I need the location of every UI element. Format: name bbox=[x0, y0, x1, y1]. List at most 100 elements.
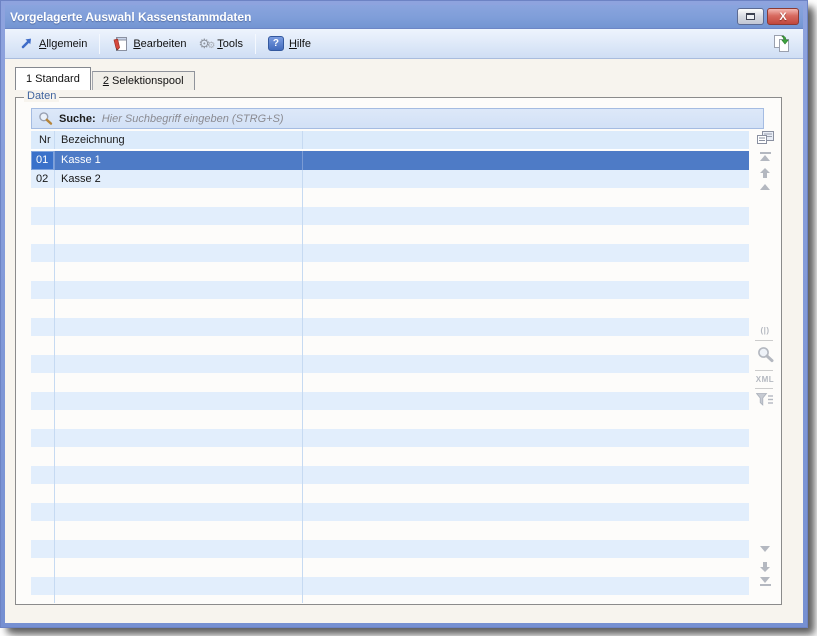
row-bezeichnung-cell[interactable] bbox=[55, 595, 303, 603]
row-bezeichnung-cell[interactable] bbox=[55, 373, 303, 392]
count-icon[interactable]: (|) bbox=[753, 326, 777, 335]
row-nr-cell[interactable] bbox=[31, 355, 55, 374]
row-bezeichnung-cell[interactable] bbox=[55, 558, 303, 577]
row-bezeichnung-cell[interactable] bbox=[55, 244, 303, 263]
filter-icon[interactable] bbox=[753, 393, 777, 406]
row-nr-cell[interactable] bbox=[31, 318, 55, 337]
row-nr-cell[interactable]: 02 bbox=[31, 170, 55, 189]
menu-item-allgemein[interactable]: Allgemein bbox=[13, 33, 93, 54]
row-nr-cell[interactable] bbox=[31, 447, 55, 466]
row-bezeichnung-cell[interactable] bbox=[55, 299, 303, 318]
row-nr-cell[interactable] bbox=[31, 225, 55, 244]
table-row[interactable]: 01Kasse 1 bbox=[31, 151, 749, 170]
row-bezeichnung-cell[interactable] bbox=[55, 410, 303, 429]
table-row[interactable] bbox=[31, 392, 749, 411]
row-nr-cell[interactable] bbox=[31, 392, 55, 411]
table-row[interactable] bbox=[31, 373, 749, 392]
close-button[interactable]: X bbox=[767, 8, 799, 25]
row-nr-cell[interactable] bbox=[31, 262, 55, 281]
menu-item-tools[interactable]: ⚙⚙ Tools bbox=[193, 34, 249, 53]
table-row[interactable] bbox=[31, 595, 749, 603]
move-down-icon[interactable] bbox=[753, 561, 777, 573]
titlebar[interactable]: Vorgelagerte Auswahl Kassenstammdaten X bbox=[5, 5, 803, 29]
row-nr-cell[interactable] bbox=[31, 521, 55, 540]
up-icon[interactable] bbox=[753, 184, 777, 190]
row-nr-cell[interactable] bbox=[31, 244, 55, 263]
table-row[interactable] bbox=[31, 188, 749, 207]
table-row[interactable] bbox=[31, 225, 749, 244]
row-nr-cell[interactable] bbox=[31, 281, 55, 300]
row-bezeichnung-cell[interactable] bbox=[55, 577, 303, 596]
row-nr-cell[interactable] bbox=[31, 503, 55, 522]
menu-item-hilfe[interactable]: ? Hilfe bbox=[262, 33, 317, 54]
row-bezeichnung-cell[interactable] bbox=[55, 484, 303, 503]
tab-standard[interactable]: 1 Standard bbox=[15, 67, 91, 90]
table-row[interactable] bbox=[31, 262, 749, 281]
row-bezeichnung-cell[interactable] bbox=[55, 355, 303, 374]
row-nr-cell[interactable] bbox=[31, 484, 55, 503]
row-bezeichnung-cell[interactable] bbox=[55, 225, 303, 244]
row-bezeichnung-cell[interactable]: Kasse 2 bbox=[55, 170, 303, 189]
row-bezeichnung-cell[interactable] bbox=[55, 447, 303, 466]
table-row[interactable] bbox=[31, 577, 749, 596]
row-bezeichnung-cell[interactable] bbox=[55, 521, 303, 540]
row-nr-cell[interactable] bbox=[31, 429, 55, 448]
menu-item-bearbeiten[interactable]: Bearbeiten bbox=[106, 33, 192, 55]
row-bezeichnung-cell[interactable] bbox=[55, 540, 303, 559]
row-nr-cell[interactable] bbox=[31, 207, 55, 226]
scroll-top-icon[interactable] bbox=[753, 152, 777, 161]
export-button[interactable] bbox=[770, 32, 793, 55]
row-nr-cell[interactable]: 01 bbox=[31, 151, 55, 170]
down-icon[interactable] bbox=[753, 546, 777, 552]
row-bezeichnung-cell[interactable] bbox=[55, 503, 303, 522]
zoom-icon[interactable] bbox=[753, 346, 777, 363]
table-row[interactable] bbox=[31, 244, 749, 263]
table-row[interactable] bbox=[31, 207, 749, 226]
row-bezeichnung-cell[interactable] bbox=[55, 466, 303, 485]
row-nr-cell[interactable] bbox=[31, 373, 55, 392]
table-row[interactable] bbox=[31, 447, 749, 466]
move-up-icon[interactable] bbox=[753, 167, 777, 179]
table-row[interactable] bbox=[31, 318, 749, 337]
table-row[interactable] bbox=[31, 299, 749, 318]
row-bezeichnung-cell[interactable] bbox=[55, 336, 303, 355]
row-nr-cell[interactable] bbox=[31, 336, 55, 355]
table-row[interactable]: 02Kasse 2 bbox=[31, 170, 749, 189]
row-bezeichnung-cell[interactable]: Kasse 1 bbox=[55, 151, 303, 170]
xml-icon[interactable]: XML bbox=[753, 375, 777, 384]
column-header-nr[interactable]: Nr bbox=[31, 131, 55, 149]
row-nr-cell[interactable] bbox=[31, 577, 55, 596]
row-nr-cell[interactable] bbox=[31, 595, 55, 603]
table-row[interactable] bbox=[31, 558, 749, 577]
table-row[interactable] bbox=[31, 503, 749, 522]
row-bezeichnung-cell[interactable] bbox=[55, 318, 303, 337]
row-nr-cell[interactable] bbox=[31, 188, 55, 207]
table-row[interactable] bbox=[31, 466, 749, 485]
table-row[interactable] bbox=[31, 336, 749, 355]
table-header[interactable]: Nr Bezeichnung bbox=[31, 131, 749, 150]
row-bezeichnung-cell[interactable] bbox=[55, 281, 303, 300]
scroll-bottom-icon[interactable] bbox=[753, 577, 777, 586]
row-nr-cell[interactable] bbox=[31, 540, 55, 559]
row-bezeichnung-cell[interactable] bbox=[55, 262, 303, 281]
minimize-button[interactable] bbox=[737, 8, 764, 25]
row-bezeichnung-cell[interactable] bbox=[55, 392, 303, 411]
table-row[interactable] bbox=[31, 410, 749, 429]
row-bezeichnung-cell[interactable] bbox=[55, 188, 303, 207]
row-nr-cell[interactable] bbox=[31, 410, 55, 429]
table-row[interactable] bbox=[31, 540, 749, 559]
search-input[interactable]: Suche: Hier Suchbegriff eingeben (STRG+S… bbox=[31, 108, 764, 129]
row-bezeichnung-cell[interactable] bbox=[55, 207, 303, 226]
row-bezeichnung-cell[interactable] bbox=[55, 429, 303, 448]
row-nr-cell[interactable] bbox=[31, 558, 55, 577]
table-row[interactable] bbox=[31, 521, 749, 540]
column-chooser-icon[interactable] bbox=[753, 131, 777, 146]
table-row[interactable] bbox=[31, 281, 749, 300]
column-header-bezeichnung[interactable]: Bezeichnung bbox=[55, 131, 303, 149]
tab-selektionspool[interactable]: 2 Selektionspool bbox=[92, 71, 195, 90]
row-nr-cell[interactable] bbox=[31, 466, 55, 485]
row-nr-cell[interactable] bbox=[31, 299, 55, 318]
table-row[interactable] bbox=[31, 429, 749, 448]
table-row[interactable] bbox=[31, 484, 749, 503]
table-row[interactable] bbox=[31, 355, 749, 374]
